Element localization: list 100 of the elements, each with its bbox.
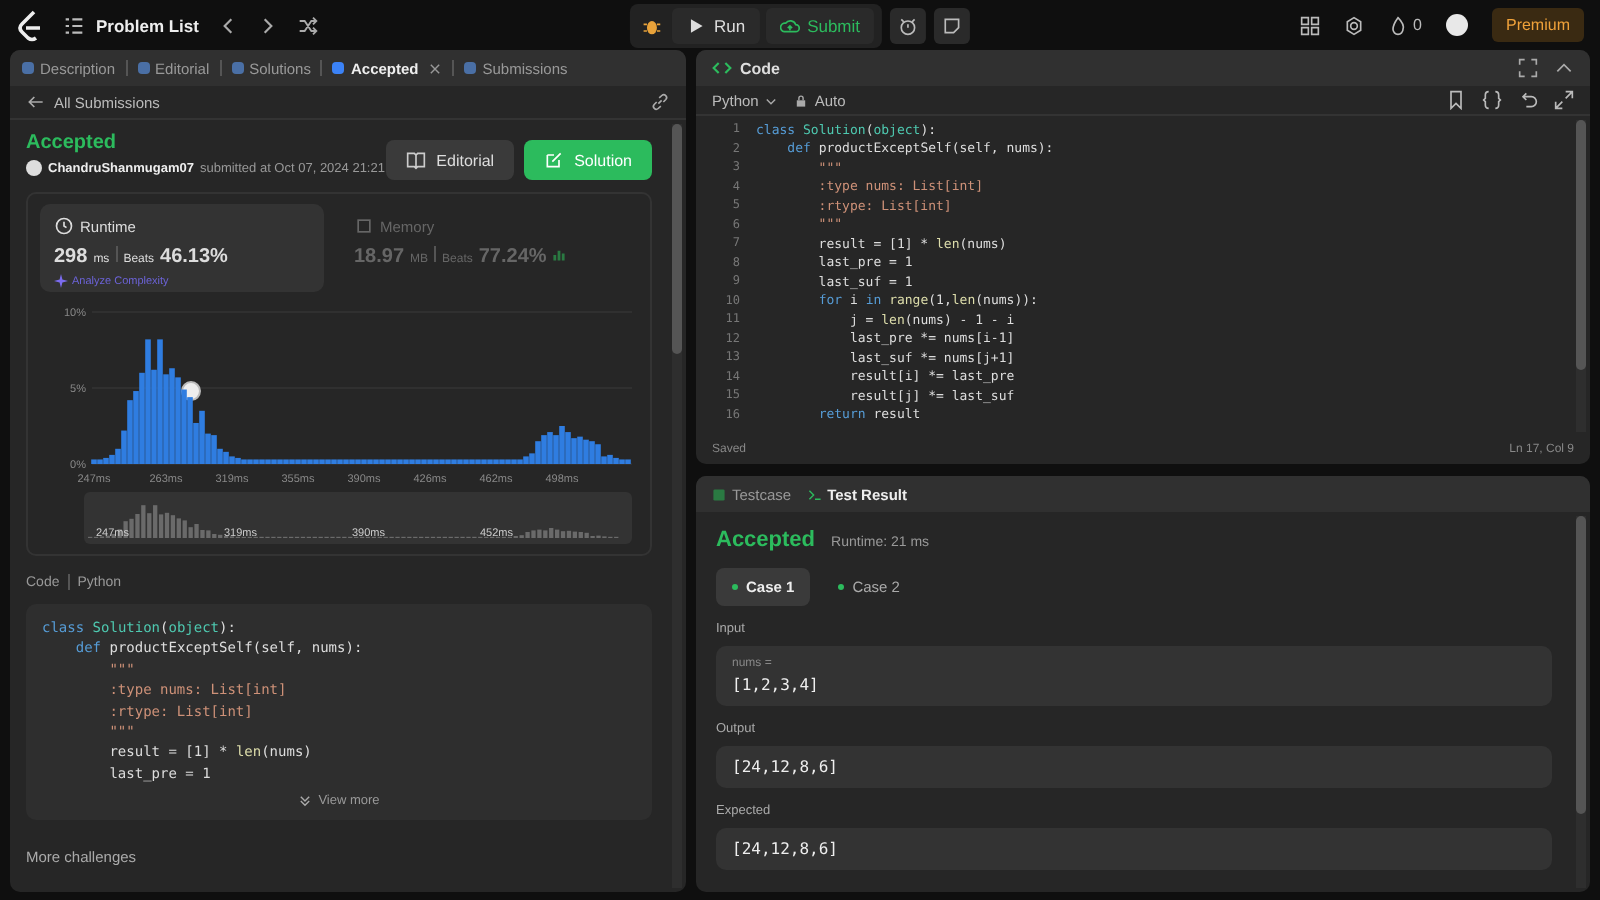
code-icon bbox=[712, 58, 732, 78]
histogram-bar[interactable] bbox=[625, 459, 631, 464]
histogram-bar[interactable] bbox=[427, 459, 433, 464]
histogram-bar[interactable] bbox=[493, 459, 499, 464]
note-button[interactable] bbox=[934, 7, 971, 43]
histogram-bar[interactable] bbox=[385, 459, 391, 464]
histogram-bar[interactable] bbox=[319, 459, 325, 464]
histogram-bar[interactable] bbox=[301, 459, 307, 464]
histogram-bar[interactable] bbox=[325, 459, 331, 464]
histogram-bar[interactable] bbox=[355, 459, 361, 464]
book-icon bbox=[406, 150, 427, 170]
histogram-bar[interactable] bbox=[313, 459, 319, 464]
histogram-bar[interactable] bbox=[451, 459, 457, 464]
histogram-bar[interactable] bbox=[361, 459, 367, 464]
braces-icon[interactable] bbox=[1482, 90, 1502, 110]
histogram-bar[interactable] bbox=[505, 459, 511, 464]
fullscreen-icon[interactable] bbox=[1518, 58, 1538, 78]
histogram-bar[interactable] bbox=[445, 459, 451, 464]
scrollbar[interactable] bbox=[1576, 120, 1586, 432]
histogram-bar[interactable] bbox=[511, 459, 517, 464]
histogram-bar[interactable] bbox=[619, 459, 625, 464]
histogram-bar[interactable] bbox=[115, 448, 121, 464]
histogram-bar[interactable] bbox=[229, 456, 235, 464]
histogram-bar[interactable] bbox=[193, 422, 199, 464]
expand-icon[interactable] bbox=[1554, 90, 1574, 110]
histogram-bar[interactable] bbox=[481, 459, 487, 464]
histogram-bar[interactable] bbox=[607, 454, 613, 464]
editorial-button[interactable]: Editorial bbox=[386, 140, 515, 180]
histogram-bar[interactable] bbox=[295, 459, 301, 464]
histogram-bar[interactable] bbox=[391, 459, 397, 464]
histogram-bar[interactable] bbox=[421, 459, 427, 464]
histogram-bar[interactable] bbox=[205, 433, 211, 464]
scrollbar[interactable] bbox=[672, 124, 682, 888]
histogram-bar[interactable] bbox=[367, 459, 373, 464]
note-icon bbox=[942, 15, 963, 35]
shuffle-icon[interactable] bbox=[298, 15, 319, 35]
histogram-bar[interactable] bbox=[439, 459, 445, 464]
user-avatar bbox=[26, 160, 42, 176]
histogram-bar[interactable] bbox=[253, 459, 259, 464]
histogram-bar[interactable] bbox=[613, 457, 619, 464]
close-icon[interactable] bbox=[428, 61, 443, 75]
submit-button[interactable]: Submit bbox=[765, 7, 875, 43]
histogram-bar[interactable] bbox=[433, 459, 439, 464]
histogram-bar[interactable] bbox=[241, 459, 247, 464]
link-icon[interactable] bbox=[650, 92, 670, 112]
histogram-bar[interactable] bbox=[103, 457, 109, 464]
logo-icon[interactable] bbox=[16, 9, 44, 41]
histogram-bar[interactable] bbox=[259, 459, 265, 464]
histogram-bar[interactable] bbox=[223, 451, 229, 464]
histogram-bar[interactable] bbox=[463, 459, 469, 464]
streak-counter[interactable]: 0 bbox=[1387, 15, 1422, 35]
undo-icon[interactable] bbox=[1518, 90, 1538, 110]
run-button[interactable]: Run bbox=[671, 7, 760, 43]
histogram-bar[interactable] bbox=[409, 459, 415, 464]
histogram-bar[interactable] bbox=[265, 459, 271, 464]
histogram-bar[interactable] bbox=[415, 459, 421, 464]
histogram-bar[interactable] bbox=[373, 459, 379, 464]
histogram-bar[interactable] bbox=[577, 436, 583, 464]
histogram-bar[interactable] bbox=[289, 459, 295, 464]
histogram-bar[interactable] bbox=[121, 430, 127, 464]
checkbox-icon bbox=[712, 487, 726, 501]
grid-icon[interactable] bbox=[1299, 15, 1320, 35]
histogram-bar[interactable] bbox=[271, 459, 277, 464]
histogram-bar[interactable] bbox=[97, 459, 103, 464]
histogram-bar[interactable] bbox=[397, 459, 403, 464]
bookmark-icon[interactable] bbox=[1446, 90, 1466, 110]
settings-icon[interactable] bbox=[1343, 15, 1364, 35]
status-text: Accepted bbox=[26, 132, 119, 154]
value-text: [24,12,8,6] bbox=[732, 840, 840, 858]
histogram-bar[interactable] bbox=[457, 459, 463, 464]
histogram-bar[interactable] bbox=[349, 459, 355, 464]
timer-button[interactable] bbox=[890, 7, 927, 43]
histogram-bar[interactable] bbox=[529, 453, 535, 464]
histogram-bar[interactable] bbox=[307, 459, 313, 464]
histogram-bar[interactable] bbox=[379, 459, 385, 464]
histogram-bar[interactable] bbox=[475, 459, 481, 464]
histogram-bar[interactable] bbox=[403, 459, 409, 464]
histogram-bar[interactable] bbox=[517, 459, 523, 464]
histogram-bar[interactable] bbox=[91, 459, 97, 464]
histogram-bar[interactable] bbox=[601, 456, 607, 464]
histogram-bar[interactable] bbox=[235, 457, 241, 464]
histogram-bar[interactable] bbox=[247, 459, 253, 464]
histogram-bar[interactable] bbox=[499, 459, 505, 464]
histogram-bar[interactable] bbox=[337, 459, 343, 464]
histogram-bar[interactable] bbox=[523, 456, 529, 464]
histogram-bar[interactable] bbox=[583, 439, 589, 464]
histogram-bar[interactable] bbox=[277, 459, 283, 464]
histogram-bar[interactable] bbox=[217, 448, 223, 464]
scrollbar[interactable] bbox=[1576, 516, 1586, 888]
histogram-bar[interactable] bbox=[343, 459, 349, 464]
histogram-bar[interactable] bbox=[469, 459, 475, 464]
histogram-bar[interactable] bbox=[487, 459, 493, 464]
play-icon bbox=[685, 15, 706, 35]
histogram-bar[interactable] bbox=[109, 454, 115, 464]
tab-icon bbox=[137, 62, 150, 74]
problem-list-button[interactable]: Problem List bbox=[64, 15, 199, 35]
avatar[interactable] bbox=[1445, 14, 1468, 36]
premium-button[interactable]: Premium bbox=[1491, 8, 1584, 42]
histogram-bar[interactable] bbox=[283, 459, 289, 464]
histogram-bar[interactable] bbox=[331, 459, 337, 464]
